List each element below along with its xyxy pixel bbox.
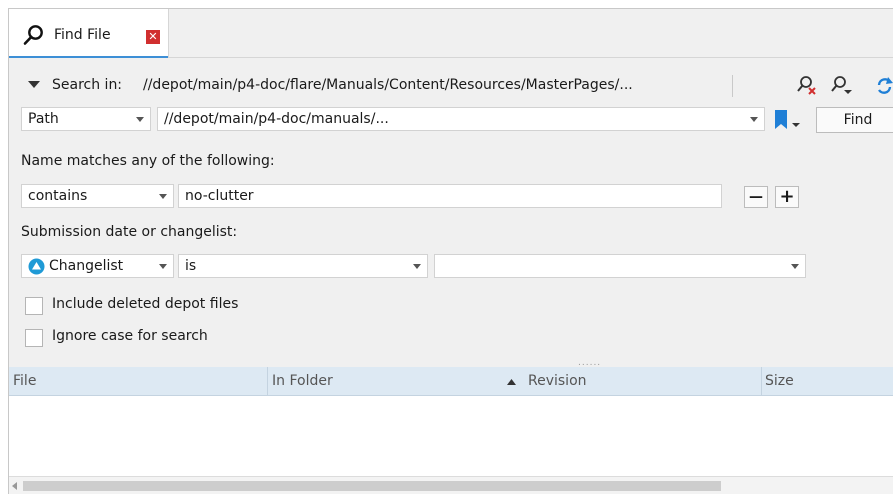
search-options-icon[interactable] [830, 75, 854, 97]
refresh-icon[interactable] [875, 76, 893, 96]
name-operator-select[interactable]: contains [21, 184, 174, 208]
search-type-select[interactable]: Path [21, 107, 151, 131]
chevron-down-icon [159, 264, 167, 269]
clear-search-user-icon[interactable] [796, 75, 818, 97]
bookmark-icon[interactable] [774, 109, 804, 131]
name-pattern-input[interactable]: no-clutter [178, 184, 722, 208]
search-icon [23, 25, 43, 45]
tab-active-indicator [9, 56, 168, 58]
find-button[interactable]: Find [816, 107, 893, 133]
include-deleted-label: Include deleted depot files [52, 296, 239, 312]
chevron-down-icon [791, 264, 799, 269]
tab-find-file[interactable]: Find File ✕ [9, 9, 169, 58]
changelist-value-select[interactable] [434, 254, 806, 278]
ignore-case-checkbox[interactable] [25, 329, 43, 347]
search-type-value: Path [28, 111, 59, 127]
chevron-down-icon [413, 264, 421, 269]
scrollbar-thumb[interactable] [23, 481, 721, 491]
tab-label: Find File [54, 27, 111, 43]
changelist-icon [28, 258, 45, 275]
horizontal-scrollbar[interactable] [9, 476, 893, 494]
column-header-file[interactable]: File [13, 373, 36, 389]
search-in-path: //depot/main/p4-doc/flare/Manuals/Conten… [143, 77, 633, 93]
sort-ascending-icon [507, 379, 516, 385]
depot-path-value: //depot/main/p4-doc/manuals/... [164, 111, 389, 127]
column-header-size[interactable]: Size [765, 373, 794, 389]
find-file-panel: Find File ✕ Search in: //depot/main/p4-d… [8, 8, 893, 494]
close-icon[interactable]: ✕ [146, 30, 160, 44]
name-pattern-value: no-clutter [185, 188, 254, 204]
include-deleted-checkbox[interactable] [25, 297, 43, 315]
toolbar-divider [732, 75, 733, 97]
scroll-left-icon[interactable] [12, 482, 17, 490]
column-header-revision[interactable]: Revision [528, 373, 587, 389]
date-mode-value: Changelist [49, 258, 124, 274]
date-operator-select[interactable]: is [178, 254, 428, 278]
date-operator-value: is [185, 258, 197, 274]
collapse-triangle-icon[interactable] [28, 81, 40, 90]
submission-date-label: Submission date or changelist: [21, 224, 238, 240]
depot-path-select[interactable]: //depot/main/p4-doc/manuals/... [157, 107, 765, 131]
chevron-down-icon [159, 194, 167, 199]
search-in-label: Search in: [52, 77, 123, 93]
results-list[interactable] [9, 396, 893, 476]
chevron-down-icon [136, 117, 144, 122]
name-operator-value: contains [28, 188, 88, 204]
remove-condition-button[interactable]: — [744, 186, 768, 208]
name-matches-label: Name matches any of the following: [21, 153, 275, 169]
column-divider[interactable] [761, 367, 762, 395]
add-condition-button[interactable]: + [775, 186, 799, 208]
ignore-case-label: Ignore case for search [52, 328, 208, 344]
column-divider[interactable] [267, 367, 268, 395]
chevron-down-icon [750, 117, 758, 122]
tab-strip: Find File ✕ [9, 9, 893, 58]
results-header: File In Folder Revision Size [9, 367, 893, 396]
date-mode-select[interactable]: Changelist [21, 254, 174, 278]
column-header-in-folder[interactable]: In Folder [272, 373, 333, 389]
